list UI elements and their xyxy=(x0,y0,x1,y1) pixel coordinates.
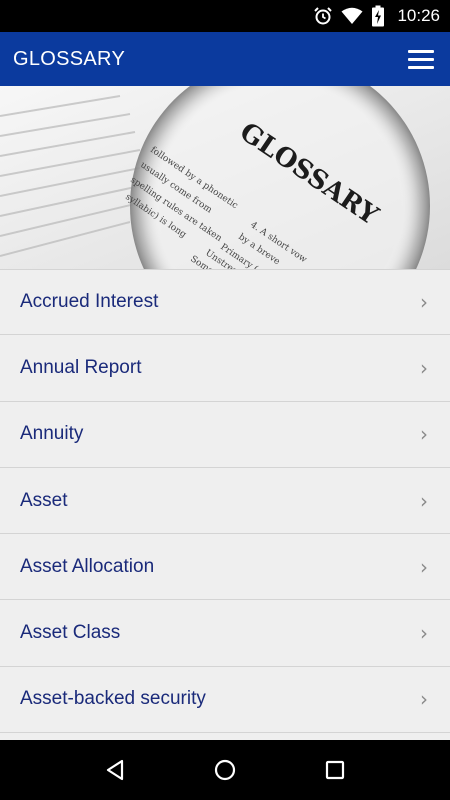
hero-image: GLOSSARY followed by a phonetic usually … xyxy=(0,86,450,269)
system-nav-bar xyxy=(0,740,450,800)
list-item[interactable]: Asset › xyxy=(0,468,450,535)
page-title: GLOSSARY xyxy=(13,47,126,70)
chevron-right-icon: › xyxy=(420,488,428,513)
list-item[interactable]: Asset-backed security › xyxy=(0,667,450,734)
list-item[interactable]: Annual Report › xyxy=(0,335,450,402)
status-bar: 10:26 xyxy=(0,0,450,32)
list-item[interactable]: Annuity › xyxy=(0,402,450,468)
list-item[interactable]: Asset Class › xyxy=(0,600,450,667)
back-icon[interactable] xyxy=(91,746,139,794)
chevron-right-icon: › xyxy=(420,687,428,712)
chevron-right-icon: › xyxy=(420,554,428,579)
alarm-icon xyxy=(314,7,333,25)
list-item-label: Annual Report xyxy=(20,356,142,378)
home-icon[interactable] xyxy=(201,746,249,794)
status-time: 10:26 xyxy=(397,6,440,25)
chevron-right-icon: › xyxy=(420,422,428,447)
glossary-list: Accrued Interest › Annual Report › Annui… xyxy=(0,269,450,740)
chevron-right-icon: › xyxy=(420,290,428,315)
list-item-label: Asset Class xyxy=(20,622,121,644)
list-item-label: Annuity xyxy=(20,423,84,445)
chevron-right-icon: › xyxy=(420,621,428,646)
list-item-label: Asset xyxy=(20,489,68,511)
list-item[interactable]: Accrued Interest › xyxy=(0,269,450,336)
hamburger-menu-icon[interactable] xyxy=(408,44,438,74)
app-bar: GLOSSARY xyxy=(0,32,450,86)
battery-charging-icon xyxy=(372,5,385,27)
wifi-icon xyxy=(341,7,363,24)
recents-icon[interactable] xyxy=(311,746,359,794)
list-item[interactable]: Asset Allocation › xyxy=(0,534,450,601)
chevron-right-icon: › xyxy=(420,355,428,380)
glossary-page-magnifier-image: GLOSSARY followed by a phonetic usually … xyxy=(0,86,450,269)
list-item-label: Accrued Interest xyxy=(20,291,159,313)
list-item-label: Asset Allocation xyxy=(20,555,155,577)
list-item-label: Asset-backed security xyxy=(20,688,206,710)
